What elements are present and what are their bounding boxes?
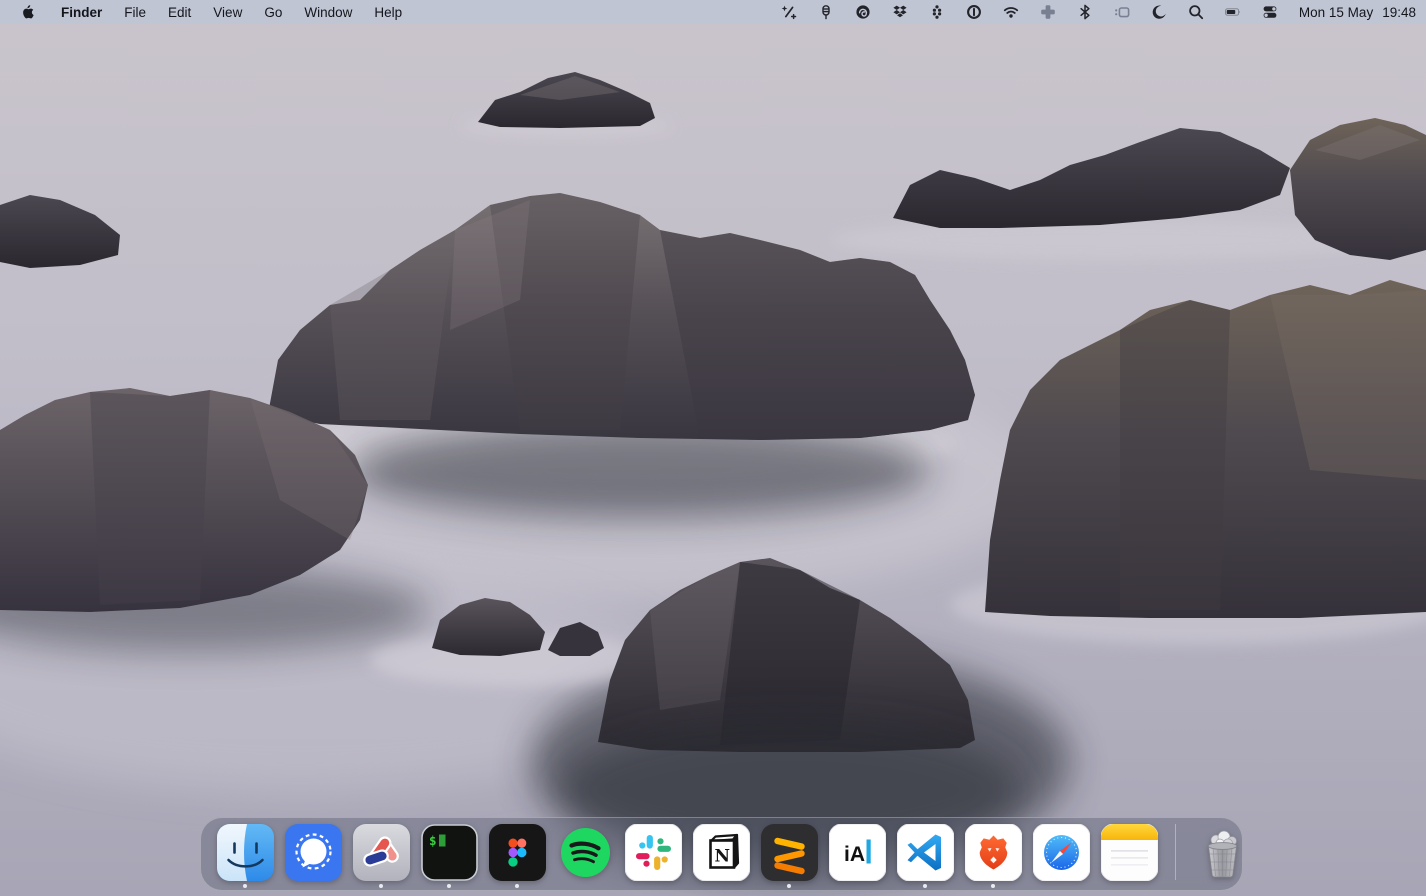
window-snap-icon[interactable] <box>1104 0 1141 24</box>
plus-cross-icon[interactable] <box>1030 0 1067 24</box>
dock-item-slack[interactable] <box>625 817 682 891</box>
safari-icon <box>1033 824 1090 881</box>
menu-window[interactable]: Window <box>293 0 363 24</box>
dock-item-safari[interactable] <box>1033 817 1090 891</box>
dock-item-finder[interactable] <box>217 817 274 891</box>
adobe-creative-cloud-icon[interactable] <box>845 0 882 24</box>
arc-icon <box>353 824 410 881</box>
dock-item-sublime-text[interactable] <box>761 817 818 891</box>
menu-bar: Finder File Edit View Go Window Help <box>0 0 1426 24</box>
running-indicator <box>379 884 383 888</box>
pill-lines-icon[interactable] <box>808 0 845 24</box>
sublime-text-icon <box>761 824 818 881</box>
notes-icon <box>1101 824 1158 881</box>
menu-bar-status-area: Mon 15 May 19:48 <box>771 0 1426 24</box>
battery-icon[interactable] <box>1215 0 1252 24</box>
dock-item-terminal[interactable]: $ <box>421 817 478 891</box>
dock-item-arc[interactable] <box>353 817 410 891</box>
dock-item-trash[interactable] <box>1194 817 1251 891</box>
dock-item-ia-writer[interactable]: iA <box>829 817 886 891</box>
slack-icon <box>625 824 682 881</box>
running-indicator <box>515 884 519 888</box>
running-indicator <box>447 884 451 888</box>
menu-file[interactable]: File <box>113 0 157 24</box>
signal-icon <box>285 824 342 881</box>
wifi-icon[interactable] <box>993 0 1030 24</box>
finder-icon <box>217 824 274 881</box>
dock: $ <box>200 817 1243 891</box>
running-indicator <box>991 884 995 888</box>
running-indicator <box>923 884 927 888</box>
dock-item-figma[interactable] <box>489 817 546 891</box>
terminal-icon: $ <box>421 824 478 881</box>
clock-time: 19:48 <box>1382 5 1416 20</box>
figma-icon <box>489 824 546 881</box>
brave-icon <box>965 824 1022 881</box>
menu-bar-clock[interactable]: Mon 15 May 19:48 <box>1289 5 1416 20</box>
clock-date: Mon 15 May <box>1299 5 1373 20</box>
svg-text:iA: iA <box>844 843 865 866</box>
menu-finder[interactable]: Finder <box>50 0 113 24</box>
ia-writer-icon: iA <box>829 824 886 881</box>
menu-edit[interactable]: Edit <box>157 0 202 24</box>
trash-full-icon <box>1194 824 1251 881</box>
notion-icon: N <box>693 824 750 881</box>
menu-go[interactable]: Go <box>253 0 293 24</box>
dots-cluster-icon[interactable] <box>919 0 956 24</box>
menu-help[interactable]: Help <box>363 0 413 24</box>
focus-moon-icon[interactable] <box>1141 0 1178 24</box>
menu-bar-left: Finder File Edit View Go Window Help <box>0 0 413 24</box>
dock-item-vscode[interactable] <box>897 817 954 891</box>
svg-text:N: N <box>714 846 730 866</box>
dock-item-spotify[interactable] <box>557 817 614 891</box>
sparkle-slash-icon[interactable] <box>771 0 808 24</box>
spotify-icon <box>557 824 614 881</box>
apple-icon <box>22 4 36 20</box>
running-indicator <box>243 884 247 888</box>
running-indicator <box>787 884 791 888</box>
control-center-icon[interactable] <box>1252 0 1289 24</box>
bluetooth-icon[interactable] <box>1067 0 1104 24</box>
power-circle-icon[interactable] <box>956 0 993 24</box>
dock-separator <box>1175 824 1176 880</box>
dock-item-notes[interactable] <box>1101 817 1158 891</box>
svg-text:$: $ <box>429 833 437 848</box>
apple-menu[interactable] <box>8 0 50 24</box>
spotlight-icon[interactable] <box>1178 0 1215 24</box>
dropbox-icon[interactable] <box>882 0 919 24</box>
vscode-icon <box>897 824 954 881</box>
dock-item-brave[interactable] <box>965 817 1022 891</box>
desktop-wallpaper <box>0 0 1426 896</box>
dock-item-notion[interactable]: N <box>693 817 750 891</box>
menu-view[interactable]: View <box>202 0 253 24</box>
dock-item-signal[interactable] <box>285 817 342 891</box>
